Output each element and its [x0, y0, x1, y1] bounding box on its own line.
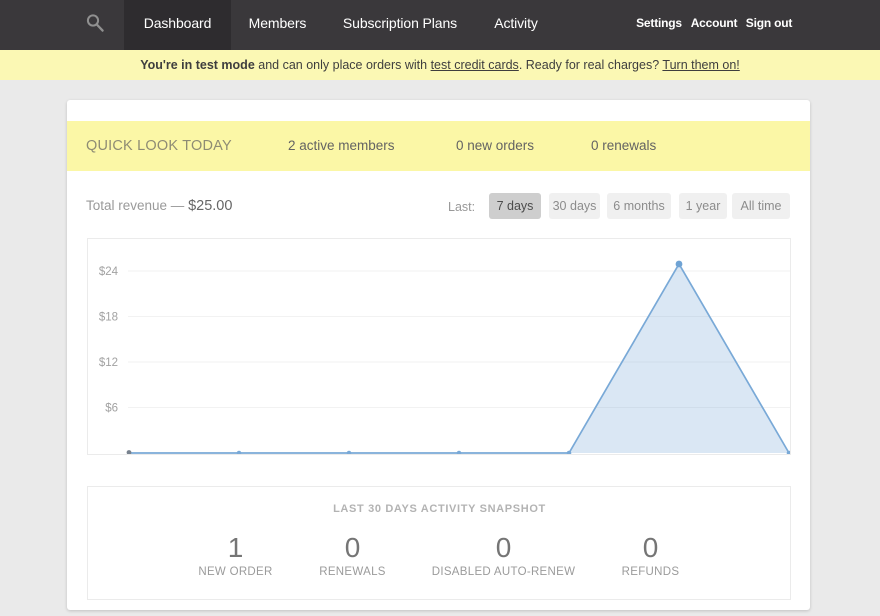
svg-text:$12: $12 [98, 357, 117, 369]
svg-text:$24: $24 [98, 266, 118, 278]
svg-text:$18: $18 [98, 311, 117, 323]
svg-text:$6: $6 [105, 402, 118, 414]
